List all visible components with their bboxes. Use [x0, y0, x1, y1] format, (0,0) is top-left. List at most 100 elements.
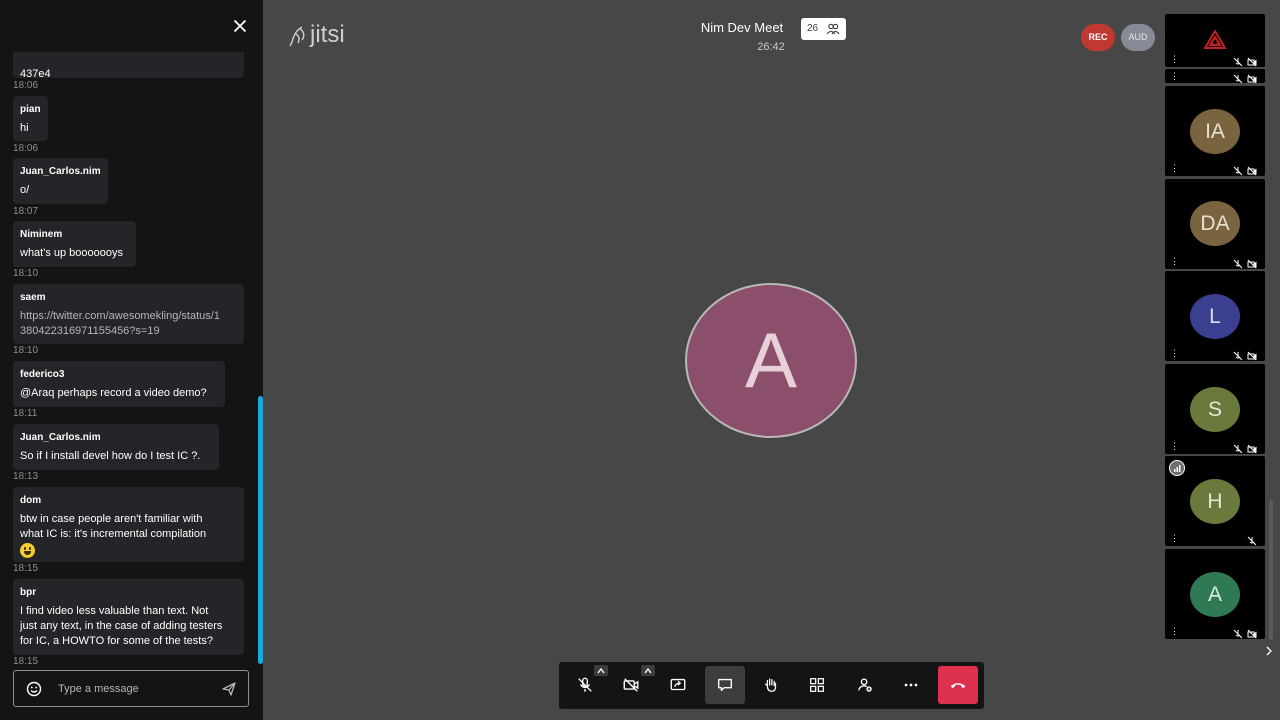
chat-button[interactable]	[705, 666, 745, 704]
tile-menu-icon[interactable]: ⋮	[1170, 534, 1179, 543]
participant-count: 26	[807, 23, 819, 34]
tile-indicators	[1233, 441, 1259, 454]
participants-icon	[826, 23, 840, 35]
participant-avatar: L	[1190, 294, 1240, 339]
chat-timestamp: 18:06	[13, 80, 39, 91]
screen-share-icon	[670, 678, 686, 691]
jitsi-watermark-icon	[1203, 30, 1227, 49]
hangup-icon	[950, 683, 966, 689]
participant-count-button[interactable]: 26	[801, 18, 846, 40]
close-icon	[233, 19, 247, 33]
hangup-button[interactable]	[938, 666, 978, 704]
camera-off-small-icon	[1247, 444, 1257, 454]
tile-menu-icon[interactable]: ⋮	[1170, 349, 1179, 358]
tile-menu-icon[interactable]: ⋮	[1170, 627, 1179, 636]
dominant-speaker-avatar: A	[685, 283, 857, 438]
raise-hand-button[interactable]	[751, 666, 791, 704]
emoji-picker-button[interactable]	[26, 681, 42, 697]
camera-off-small-icon	[1247, 166, 1257, 176]
chat-message: bpr I find video less valuable than text…	[13, 579, 244, 655]
video-settings-caret[interactable]	[641, 665, 655, 676]
mic-muted-small-icon	[1233, 351, 1243, 361]
chat-message: federico3 @Araq perhaps record a video d…	[13, 361, 225, 407]
chat-message: 437e4	[13, 52, 244, 80]
participant-avatar: DA	[1190, 201, 1240, 246]
invite-people-button[interactable]	[845, 666, 885, 704]
chat-sender: dom	[20, 495, 42, 506]
chat-panel: 437e4 18:06 pian hi 18:06 Juan_Carlos.ni…	[0, 0, 263, 720]
chat-message-body: 437e4	[20, 52, 237, 82]
chevron-right-icon	[1266, 646, 1272, 656]
jitsi-meeting-window: 437e4 18:06 pian hi 18:06 Juan_Carlos.ni…	[0, 0, 1280, 720]
audio-settings-caret[interactable]	[594, 665, 608, 676]
tile-menu-icon[interactable]: ⋮	[1170, 72, 1179, 81]
chat-message: Juan_Carlos.nim o/	[13, 158, 108, 204]
tile-menu-icon[interactable]: ⋮	[1170, 164, 1179, 173]
filmstrip-tile[interactable]: IA ⋮	[1165, 86, 1265, 176]
chat-timestamp: 18:07	[13, 206, 39, 217]
chat-message: saem https://twitter.com/awesomekling/st…	[13, 284, 244, 344]
filmstrip-tile[interactable]: H ⋮	[1165, 456, 1265, 546]
participant-avatar: H	[1190, 479, 1240, 524]
audio-only-badge: AUD	[1121, 24, 1155, 51]
participant-avatar: S	[1190, 387, 1240, 432]
filmstrip-scrollbar-thumb[interactable]	[1269, 500, 1273, 640]
screen-share-button[interactable]	[658, 666, 698, 704]
more-actions-button[interactable]	[891, 666, 931, 704]
chat-message: Juan_Carlos.nim So if I install devel ho…	[13, 424, 219, 470]
camera-off-small-icon	[1247, 57, 1257, 67]
connection-status-icon[interactable]	[1169, 460, 1185, 476]
filmstrip-tile[interactable]: DA ⋮	[1165, 179, 1265, 269]
chat-scrollbar-thumb[interactable]	[258, 396, 263, 664]
signal-bars-icon	[1174, 465, 1181, 472]
chat-message-body: o/	[20, 184, 30, 196]
chat-timestamp: 18:15	[13, 656, 39, 666]
chat-message-body: So if I install devel how do I test IC ?…	[20, 450, 201, 462]
chat-sender: saem	[20, 292, 46, 303]
tile-indicators	[1233, 71, 1259, 84]
invite-icon	[858, 678, 872, 692]
tile-indicators	[1233, 626, 1259, 639]
mic-muted-small-icon	[1247, 536, 1257, 546]
send-button[interactable]	[221, 681, 237, 697]
filmstrip-tile[interactable]: A ⋮	[1165, 549, 1265, 639]
chat-sender: federico3	[20, 369, 65, 380]
camera-off-small-icon	[1247, 629, 1257, 639]
mic-muted-small-icon	[1233, 444, 1243, 454]
filmstrip-tile-local[interactable]: ⋮	[1165, 14, 1265, 67]
chat-message-body: @Araq perhaps record a video demo?	[20, 387, 207, 399]
close-chat-button[interactable]	[229, 15, 251, 37]
filmstrip-tile[interactable]: ⋮	[1165, 69, 1265, 84]
message-input[interactable]	[58, 679, 208, 699]
chevron-up-icon	[644, 667, 652, 673]
camera-off-icon	[623, 678, 639, 692]
more-icon	[904, 683, 918, 687]
meeting-title: Nim Dev Meet	[700, 20, 784, 35]
camera-off-small-icon	[1247, 259, 1257, 269]
mic-muted-icon	[578, 677, 592, 692]
camera-off-small-icon	[1247, 351, 1257, 361]
filmstrip-scroll-arrow[interactable]	[1264, 643, 1274, 656]
send-icon	[222, 682, 236, 696]
chat-message-list[interactable]: 437e4 18:06 pian hi 18:06 Juan_Carlos.ni…	[0, 52, 256, 666]
chat-message-body: what's up booooooys	[20, 247, 124, 259]
chat-message: pian hi	[13, 96, 48, 141]
tile-menu-icon[interactable]: ⋮	[1170, 442, 1179, 451]
chat-message-link[interactable]: https://twitter.com/awesomekling/status/…	[20, 309, 237, 339]
participant-avatar: A	[1190, 572, 1240, 617]
mic-muted-small-icon	[1233, 74, 1243, 84]
tile-menu-icon[interactable]: ⋮	[1170, 257, 1179, 266]
tile-view-button[interactable]	[797, 666, 837, 704]
meeting-timer: 26:42	[757, 41, 785, 53]
mic-muted-small-icon	[1233, 57, 1243, 67]
tile-indicators	[1233, 163, 1259, 176]
chat-sender: Juan_Carlos.nim	[20, 166, 101, 177]
tile-menu-icon[interactable]: ⋮	[1170, 55, 1179, 64]
tile-indicators	[1233, 54, 1259, 67]
chat-message-line: 437e4	[20, 68, 51, 80]
filmstrip-tile[interactable]: L ⋮	[1165, 271, 1265, 361]
jitsi-logo[interactable]: jitsi	[288, 22, 358, 48]
chevron-up-icon	[597, 667, 605, 673]
filmstrip-tile[interactable]: S ⋮	[1165, 364, 1265, 454]
tile-indicators	[1233, 348, 1259, 361]
